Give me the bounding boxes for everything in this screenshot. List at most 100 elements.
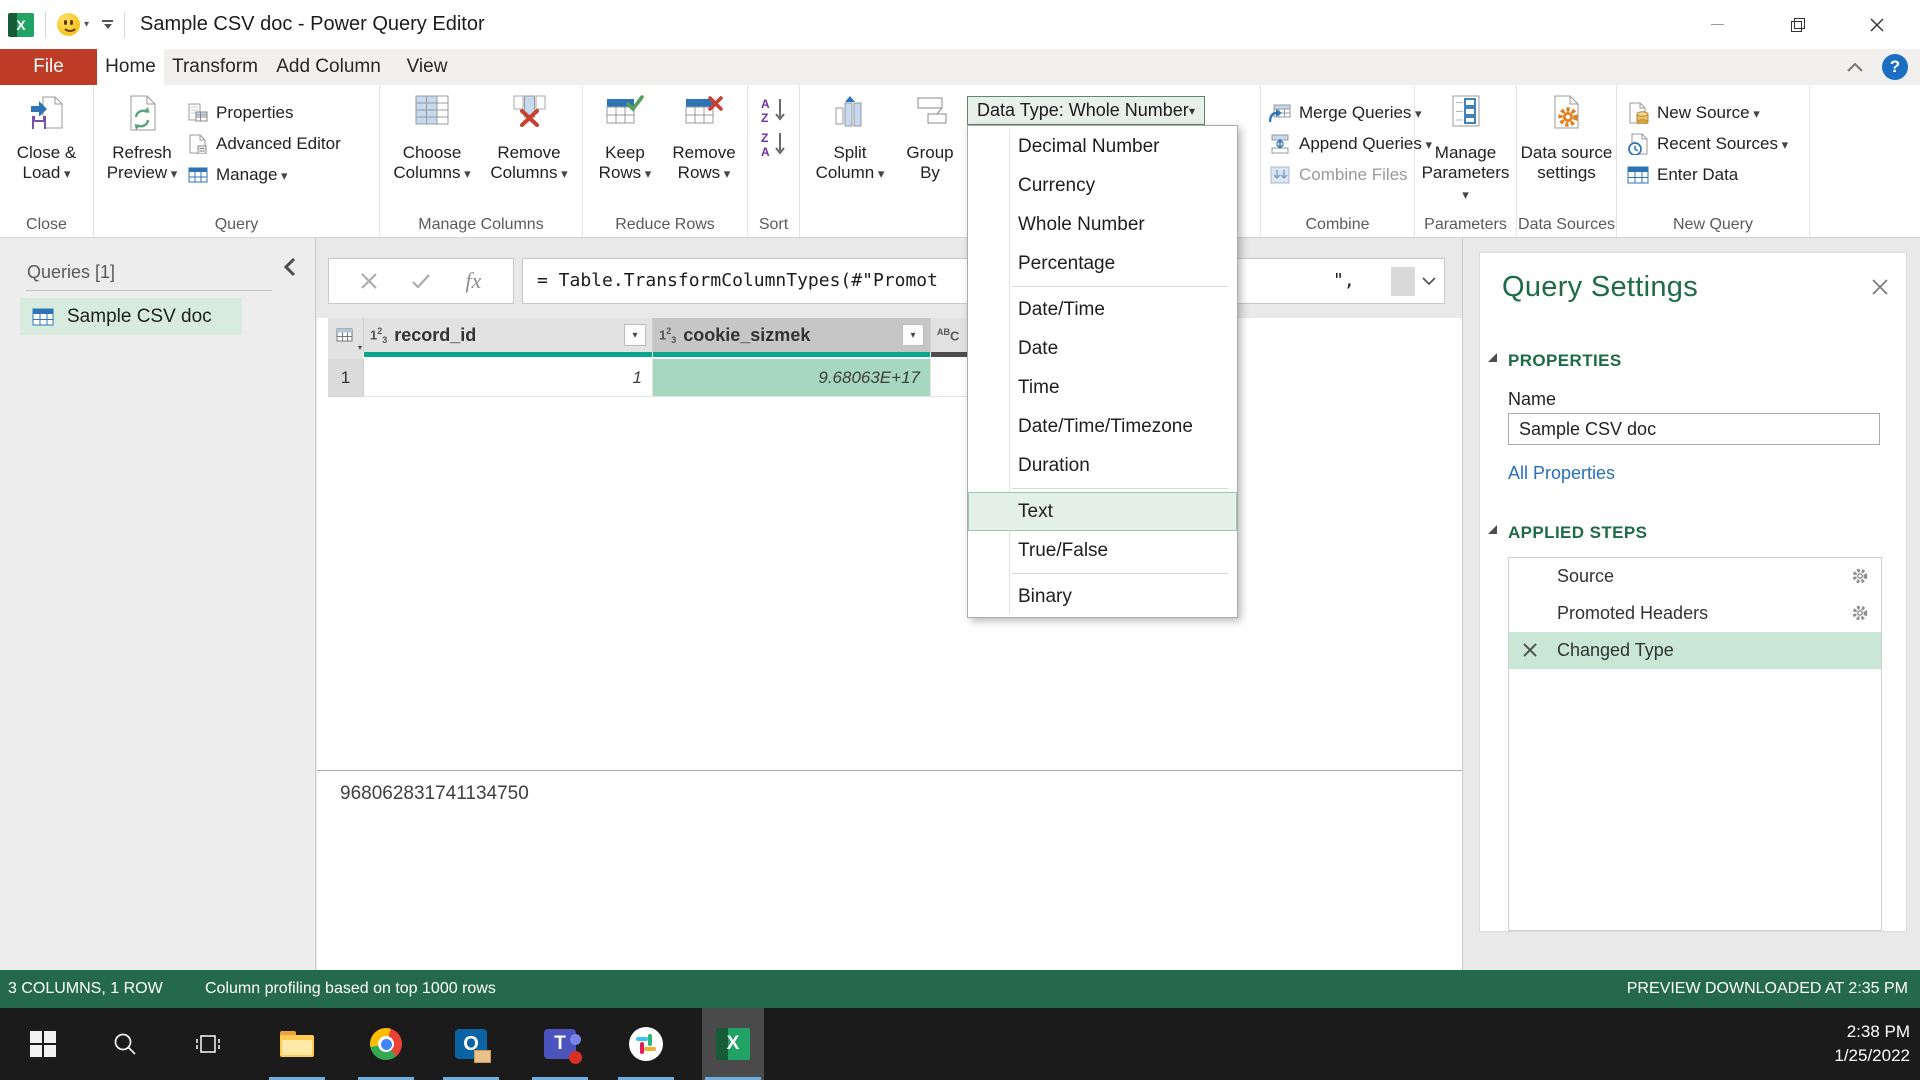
collapse-queries-pane-button[interactable] [282,256,298,278]
filter-dropdown-button[interactable]: ▾ [624,324,646,346]
group-label-parameters: Parameters [1415,216,1516,234]
task-view-button[interactable] [177,1008,239,1080]
tab-add-column[interactable]: Add Column [266,49,391,85]
taskbar-excel-active[interactable]: X [702,1008,764,1080]
taskbar-clock[interactable]: 2:38 PM 1/25/2022 [1834,1020,1910,1068]
svg-text:Z: Z [761,131,768,145]
advanced-editor-button[interactable]: Advanced Editor [188,128,341,159]
tab-view[interactable]: View [391,49,463,85]
manage-button[interactable]: Manage [188,159,341,190]
append-queries-button[interactable]: Append Queries [1269,128,1432,159]
menu-item-text[interactable]: Text [968,492,1237,531]
column-header-cookie-sizmek[interactable]: 123 cookie_sizmek ▾ [653,318,931,352]
menu-item-date-time-timezone[interactable]: Date/Time/Timezone [968,407,1237,446]
sort-descending-button[interactable]: Z A [759,127,789,161]
step-changed-type[interactable]: Changed Type [1509,632,1881,669]
table-row: 1 1 9.68063E+17 [328,359,1455,397]
data-type-button[interactable]: Data Type: Whole Number [967,96,1205,125]
start-button[interactable] [12,1008,74,1080]
collapse-triangle-icon[interactable] [1488,525,1497,534]
chevron-down-icon [1422,277,1436,286]
step-promoted-headers[interactable]: Promoted Headers [1509,595,1881,632]
whole-number-type-icon: 123 [370,326,387,345]
data-source-settings-label: Data source settings [1521,143,1613,183]
menu-item-currency[interactable]: Currency [968,166,1237,205]
menu-item-date[interactable]: Date [968,329,1237,368]
refresh-preview-button[interactable]: Refresh Preview [96,93,188,184]
split-column-button[interactable]: Split Column [808,93,892,184]
expand-formula-bar-button[interactable] [1414,259,1444,303]
collapse-ribbon-icon[interactable] [1846,61,1864,73]
group-label-combine: Combine [1261,216,1414,234]
menu-item-true-false[interactable]: True/False [968,531,1237,570]
properties-section-header[interactable]: PROPERTIES [1508,351,1622,371]
taskbar-outlook[interactable]: O [440,1008,502,1080]
smiley-dropdown-caret-icon[interactable]: ▾ [84,19,89,30]
tab-file[interactable]: File [0,49,97,85]
query-list-item[interactable]: Sample CSV doc [20,298,242,335]
recent-sources-button[interactable]: Recent Sources [1627,128,1788,159]
cell-record-id[interactable]: 1 [364,359,653,397]
new-source-button[interactable]: New Source [1627,97,1788,128]
taskbar-teams[interactable]: T [529,1008,591,1080]
menu-item-whole-number[interactable]: Whole Number [968,205,1237,244]
titlebar: X ▾ Sample CSV doc - Power Query Editor [0,0,1920,49]
commit-formula-icon[interactable] [412,274,430,288]
applied-steps-section-header[interactable]: APPLIED STEPS [1508,523,1647,543]
tab-transform[interactable]: Transform [164,49,266,85]
restore-button[interactable] [1769,0,1825,49]
cancel-formula-icon[interactable] [361,273,377,289]
sort-ascending-button[interactable]: A Z [759,93,789,127]
step-settings-gear-icon[interactable] [1851,567,1869,585]
tab-home[interactable]: Home [97,49,164,85]
quality-bar [653,352,931,359]
merge-queries-button[interactable]: Merge Queries [1269,97,1432,128]
combine-files-button: Combine Files [1269,159,1432,190]
close-button[interactable] [1849,0,1905,49]
manage-parameters-button[interactable]: Manage Parameters [1418,93,1514,205]
remove-columns-button[interactable]: Remove Columns [480,93,578,184]
menu-item-decimal-number[interactable]: Decimal Number [968,127,1237,166]
remove-rows-button[interactable]: Remove Rows [664,93,744,184]
properties-button[interactable]: Properties [188,97,341,128]
enter-data-button[interactable]: Enter Data [1627,159,1788,190]
group-by-button[interactable]: Group By [892,93,968,183]
send-a-smile-icon[interactable] [57,13,80,36]
close-and-load-button[interactable]: Close & Load [17,93,77,184]
keep-rows-button[interactable]: Keep Rows [586,93,664,184]
menu-item-binary[interactable]: Binary [968,577,1237,616]
query-name-input[interactable]: Sample CSV doc [1508,413,1880,445]
taskbar-slack[interactable] [615,1008,677,1080]
delete-step-icon[interactable] [1523,643,1537,657]
step-source[interactable]: Source [1509,558,1881,595]
ribbon-spacer [1810,85,1920,237]
all-properties-link[interactable]: All Properties [1508,463,1615,484]
menu-item-duration[interactable]: Duration [968,446,1237,485]
status-profiling-info[interactable]: Column profiling based on top 1000 rows [205,980,496,998]
group-label-sort: Sort [748,216,799,234]
step-settings-gear-icon[interactable] [1851,604,1869,622]
choose-columns-button[interactable]: Choose Columns [384,93,480,184]
name-label: Name [1508,389,1556,410]
column-header-record-id[interactable]: 123 record_id ▾ [364,318,653,352]
row-number[interactable]: 1 [328,359,364,397]
preview-sheet [317,318,1462,970]
taskbar-chrome[interactable] [355,1008,417,1080]
minimize-button[interactable] [1689,0,1745,49]
taskbar-search-button[interactable] [94,1008,156,1080]
collapse-triangle-icon[interactable] [1488,353,1497,362]
clock-time: 2:38 PM [1834,1020,1910,1044]
customize-quick-access-toolbar-icon[interactable] [102,20,113,29]
menu-item-date-time[interactable]: Date/Time [968,290,1237,329]
cell-cookie-sizmek[interactable]: 9.68063E+17 [653,359,931,397]
applied-steps-list: Source Promoted Headers Changed Type [1508,557,1882,931]
close-query-settings-button[interactable] [1872,279,1888,295]
menu-item-percentage[interactable]: Percentage [968,244,1237,283]
data-source-settings-button[interactable]: Data source settings [1519,93,1614,183]
filter-dropdown-button[interactable]: ▾ [902,324,924,346]
taskbar-file-explorer[interactable] [266,1008,328,1080]
menu-item-time[interactable]: Time [968,368,1237,407]
select-all-corner-button[interactable]: ▾ [328,318,364,352]
help-icon[interactable]: ? [1882,54,1908,80]
formula-scroll-block [1391,267,1415,296]
